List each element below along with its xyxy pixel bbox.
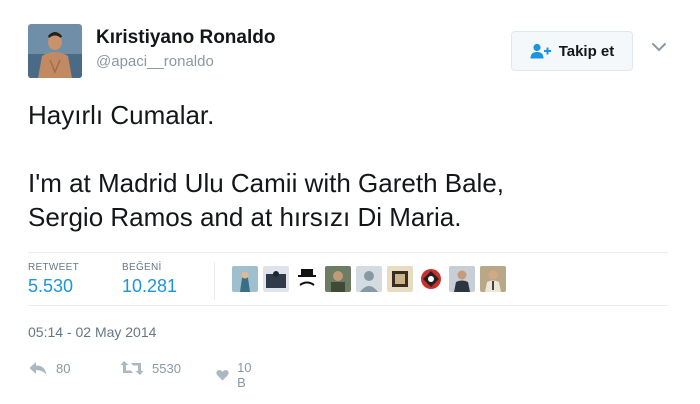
liker-avatar-3[interactable] (294, 266, 320, 292)
retweet-count: 5530 (152, 360, 181, 376)
like-stat-label: BEĞENİ (122, 262, 162, 273)
like-button[interactable]: 10 B (216, 360, 256, 390)
liker-avatar-8[interactable] (449, 266, 475, 292)
liker-avatars (232, 266, 506, 292)
tweet-line-2: I'm at Madrid Ulu Camii with Gareth Bale… (28, 168, 505, 198)
follow-button-label: Takip et (558, 42, 615, 60)
add-user-icon (530, 43, 551, 59)
like-stat-value: 10.281 (122, 276, 178, 296)
retweet-stat-value: 5.530 (28, 276, 74, 296)
retweet-stat-label: RETWEET (28, 262, 79, 273)
reply-icon (29, 362, 47, 375)
liker-avatar-6[interactable] (387, 266, 413, 292)
author-display-name[interactable]: Kıristiyano Ronaldo (96, 27, 275, 49)
retweet-stat[interactable]: RETWEET 5.530 (28, 262, 79, 297)
liker-avatar-7[interactable] (418, 266, 444, 292)
liker-avatar-4[interactable] (325, 266, 351, 292)
author-screen-name[interactable]: @apaci__ronaldo (96, 53, 214, 70)
tweet-line-1: Hayırlı Cumalar. (28, 100, 215, 130)
reply-count: 80 (56, 360, 71, 376)
like-stat[interactable]: BEĞENİ 10.281 (122, 262, 177, 297)
retweet-icon (120, 361, 144, 375)
reply-button[interactable]: 80 (28, 360, 70, 376)
like-count: 10 B (237, 360, 252, 390)
liker-avatar-1[interactable] (232, 266, 258, 292)
tweet-timestamp[interactable]: 05:14 - 02 May 2014 (28, 324, 156, 340)
follow-button[interactable]: Takip et (511, 31, 633, 71)
stat-separator (214, 262, 215, 300)
chevron-down-icon[interactable] (650, 40, 668, 54)
tweet-text: Hayırlı Cumalar. I'm at Madrid Ulu Camii… (28, 98, 678, 234)
tweet-line-3: Sergio Ramos and at hırsızı Di Maria. (28, 202, 462, 232)
divider (28, 252, 668, 253)
tweet-card: Kıristiyano Ronaldo @apaci__ronaldo Taki… (0, 0, 700, 404)
liker-avatar-5[interactable] (356, 266, 382, 292)
retweet-button[interactable]: 5530 (120, 360, 181, 376)
divider (28, 305, 668, 306)
author-avatar[interactable] (28, 24, 82, 78)
heart-icon (216, 369, 229, 381)
liker-avatar-9[interactable] (480, 266, 506, 292)
liker-avatar-2[interactable] (263, 266, 289, 292)
profile-photo-icon (28, 24, 82, 78)
